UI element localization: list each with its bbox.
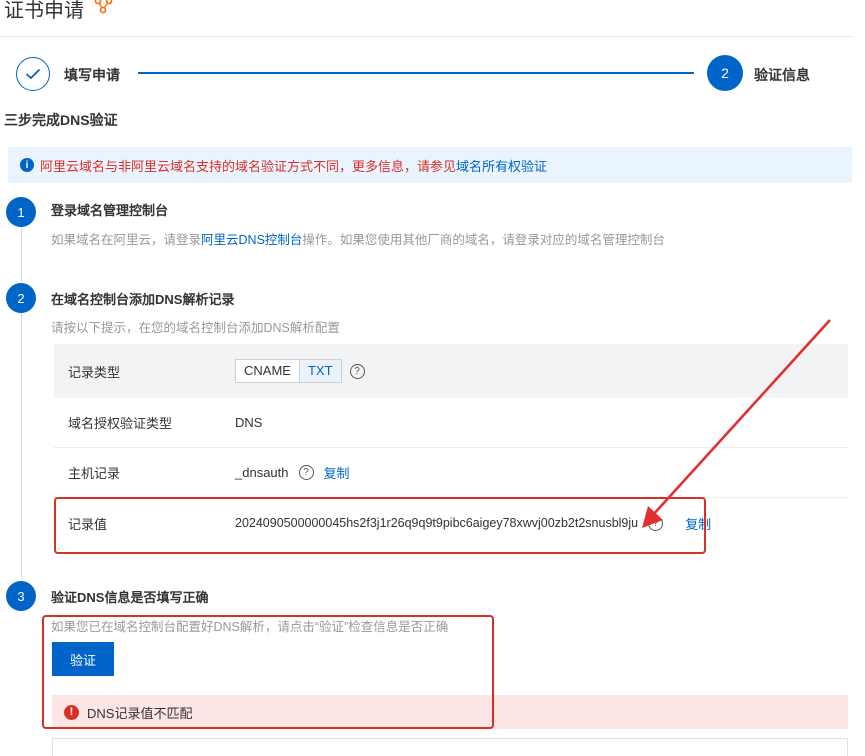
notice-text: 阿里云域名与非阿里云域名支持的域名验证方式不同，更多信息，请参见	[40, 158, 457, 174]
title-divider	[0, 36, 852, 37]
record-type-option-txt[interactable]: TXT	[299, 360, 341, 382]
step-two-number: 2	[6, 283, 36, 313]
step-two-desc: 请按以下提示，在您的域名控制台添加DNS解析配置	[51, 321, 340, 335]
record-type-label: 记录类型	[68, 364, 121, 380]
host-label: 主机记录	[68, 466, 121, 481]
step-two-title: 在域名控制台添加DNS解析记录	[51, 292, 235, 307]
section-heading: 三步完成DNS验证	[4, 112, 118, 128]
step-one-title: 登录域名管理控制台	[51, 203, 169, 218]
table-row-auth-type: 域名授权验证类型 DNS	[54, 398, 848, 448]
help-icon[interactable]: ?	[349, 363, 365, 379]
step-progress-line	[138, 72, 694, 74]
record-value-highlight-box	[54, 497, 706, 554]
step-one-number: 1	[6, 197, 36, 227]
host-value: _dnsauth	[235, 465, 289, 480]
auth-type-value: DNS	[235, 415, 263, 430]
page-title: 证书申请	[4, 0, 114, 23]
auth-type-label: 域名授权验证类型	[68, 416, 173, 431]
next-panel-frame	[52, 738, 848, 756]
record-type-option-cname[interactable]: CNAME	[236, 360, 300, 382]
step-three-title: 验证DNS信息是否填写正确	[51, 590, 209, 605]
domain-verification-link[interactable]: 域名所有权验证	[456, 156, 547, 175]
step-one-desc-before: 如果域名在阿里云，请登录	[51, 233, 202, 247]
aliyun-dns-console-link[interactable]: 阿里云DNS控制台	[201, 233, 302, 247]
step-one-desc: 如果域名在阿里云，请登录阿里云DNS控制台操作。如果您使用其他厂商的域名，请登录…	[51, 229, 665, 248]
record-type-switch[interactable]: CNAME TXT	[235, 359, 342, 383]
table-row-host: 主机记录 _dnsauth ? 复制	[54, 448, 848, 498]
step-1-label: 填写申请	[64, 67, 120, 83]
copy-host-button[interactable]: 复制	[324, 463, 350, 482]
table-row-record-type: 记录类型 CNAME TXT ?	[54, 344, 848, 398]
info-icon: i	[20, 158, 34, 172]
step-completed-check-icon	[16, 57, 50, 91]
notice-banner: i 阿里云域名与非阿里云域名支持的域名验证方式不同，更多信息，请参见 域名所有权验…	[8, 147, 852, 183]
step-one-desc-after: 操作。如果您使用其他厂商的域名，请登录对应的域名管理控制台	[302, 233, 665, 247]
step-2-label: 验证信息	[754, 67, 810, 83]
page-title-text: 证书申请	[4, 0, 84, 22]
decorative-logo-icon	[94, 0, 114, 20]
step-connector-1	[21, 226, 22, 282]
step-2-number: 2	[707, 55, 743, 91]
step-connector-2	[21, 313, 22, 579]
verify-section-highlight-box	[42, 615, 494, 729]
step-three-number: 3	[6, 581, 36, 611]
help-icon[interactable]: ?	[298, 465, 314, 480]
